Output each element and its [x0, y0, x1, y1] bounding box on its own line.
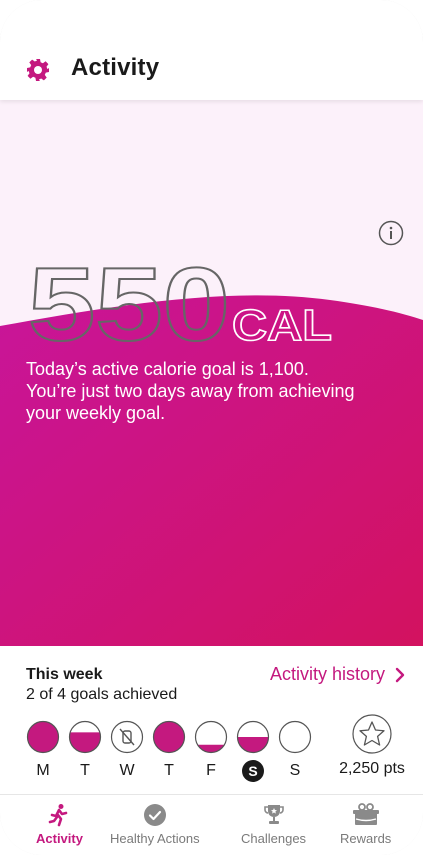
activity-history-label: Activity history — [269, 664, 385, 684]
day-rings: M T W T F S S 2,250 pts — [26, 714, 406, 782]
tab-healthy-actions[interactable]: Healthy Actions — [110, 803, 200, 846]
tab-label: Challenges — [241, 831, 307, 846]
day-ring-0[interactable]: M — [26, 720, 60, 782]
trophy-icon — [263, 805, 284, 824]
day-ring-3[interactable]: T — [152, 720, 186, 782]
tab-label: Healthy Actions — [110, 831, 200, 846]
no-watch-icon — [110, 720, 144, 754]
day-letter: S — [289, 762, 301, 779]
day-ring-5[interactable]: S — [236, 720, 270, 782]
weekly-summary: This week 2 of 4 goals achieved Activity… — [0, 646, 423, 794]
app-header: Activity — [0, 0, 423, 100]
svg-text:CAL: CAL — [232, 301, 332, 348]
info-icon[interactable] — [378, 220, 404, 246]
goal-line: You’re just two days away from achieving — [26, 381, 355, 401]
progress-ring — [236, 720, 270, 754]
calorie-value: 550 CAL — [28, 258, 333, 348]
tab-rewards[interactable]: Rewards — [340, 803, 391, 846]
progress-ring — [152, 720, 186, 754]
points-value: 2,250 pts — [339, 760, 405, 777]
page-title: Activity — [71, 54, 160, 81]
chevron-right-icon — [395, 667, 405, 682]
points-badge[interactable]: 2,250 pts — [332, 714, 412, 778]
svg-text:550: 550 — [28, 258, 230, 348]
calorie-hero: 550 CAL Today’s active calorie goal is 1… — [0, 100, 423, 646]
progress-ring — [26, 720, 60, 754]
day-letter: F — [206, 762, 216, 779]
check-circle-icon — [143, 804, 166, 826]
ring-fill — [69, 732, 101, 753]
phone-screen: Activity 550 CAL Today’s active calorie … — [0, 0, 423, 855]
tab-bar: Activity Healthy Actions Challenges Rewa… — [0, 794, 423, 855]
tab-label: Activity — [36, 831, 83, 846]
goal-message: Today’s active calorie goal is 1,100. Yo… — [26, 358, 406, 424]
day-ring-4[interactable]: F — [194, 720, 228, 782]
activity-history-link[interactable]: Activity history — [270, 664, 405, 685]
progress-ring — [68, 720, 102, 754]
tab-challenges[interactable]: Challenges — [241, 803, 306, 846]
gear-icon[interactable] — [26, 58, 50, 82]
day-letter: W — [119, 762, 135, 779]
day-letter: T — [164, 762, 174, 779]
day-ring-6[interactable]: S — [278, 720, 312, 782]
goal-line: Today’s active calorie goal is 1,100. — [26, 359, 309, 379]
day-ring-2[interactable]: W — [110, 720, 144, 782]
day-letter: T — [80, 762, 90, 779]
goals-summary: 2 of 4 goals achieved — [26, 686, 178, 703]
week-label: This week — [26, 666, 103, 683]
star-icon — [352, 714, 392, 754]
day-ring-1[interactable]: T — [68, 720, 102, 782]
tab-label: Rewards — [340, 831, 392, 846]
progress-ring — [278, 720, 312, 754]
goal-line: your weekly goal. — [26, 403, 166, 423]
gift-icon — [352, 803, 379, 825]
progress-ring — [194, 720, 228, 754]
ring-fill — [237, 737, 269, 753]
day-letter: S — [242, 760, 264, 782]
tab-activity[interactable]: Activity — [36, 803, 83, 846]
running-icon — [49, 804, 68, 827]
day-letter: M — [36, 762, 50, 779]
